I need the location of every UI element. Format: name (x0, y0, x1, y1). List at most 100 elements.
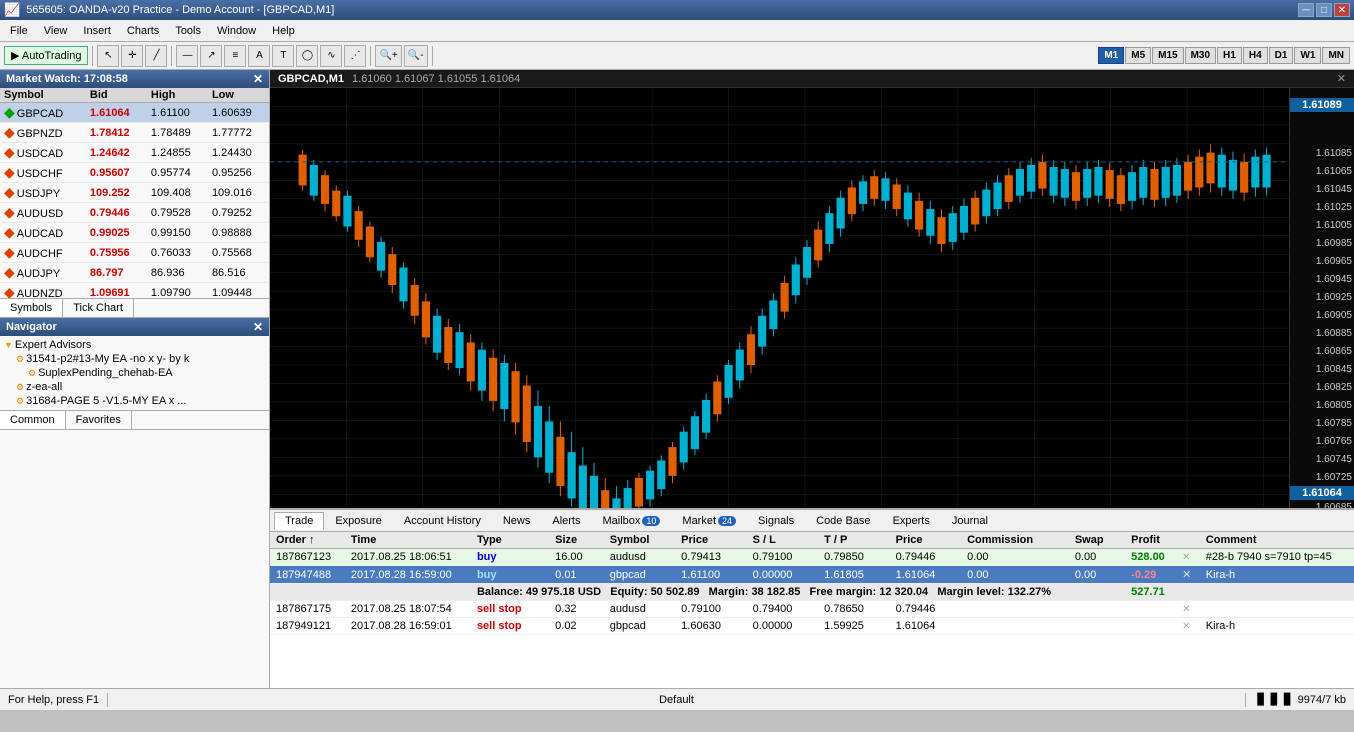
mw-low-3: 0.95256 (208, 163, 269, 183)
price-16: 1.60785 (1316, 418, 1352, 429)
menu-charts[interactable]: Charts (119, 23, 167, 39)
nav-item-ea4[interactable]: ⚙ 31684-PAGE 5 -V1.5-MY EA x ... (14, 394, 267, 408)
toolbar-ellipse-icon[interactable]: ◯ (296, 45, 318, 67)
market-watch-header-row: Symbol Bid High Low (0, 88, 269, 103)
trade-row-4[interactable]: 187949121 2017.08.28 16:59:01 sell stop … (270, 618, 1354, 635)
nav-tab-favorites[interactable]: Favorites (66, 411, 132, 429)
mw-bid-6: 0.99025 (86, 223, 147, 243)
right-column: GBPCAD,M1 1.61060 1.61067 1.61055 1.6106… (270, 70, 1354, 688)
toolbar-arrow-icon[interactable]: ↖ (97, 45, 119, 67)
toolbar-fib-icon[interactable]: ∿ (320, 45, 342, 67)
mw-high-4: 109.408 (147, 183, 208, 203)
col-bid: Bid (86, 88, 147, 103)
toolbar-hline-icon[interactable]: — (176, 45, 198, 67)
menu-view[interactable]: View (36, 23, 76, 39)
tf-m5[interactable]: M5 (1125, 47, 1151, 64)
market-watch-row-7[interactable]: ◆AUDCHF 0.75956 0.76033 0.75568 (0, 243, 269, 263)
tab-market[interactable]: Market24 (671, 512, 747, 530)
toolbar-zoom-in-icon[interactable]: 🔍+ (375, 45, 401, 67)
toolbar-zoom-out-icon[interactable]: 🔍- (404, 45, 428, 67)
toolbar-crosshair-icon[interactable]: ✛ (121, 45, 143, 67)
menu-help[interactable]: Help (264, 23, 303, 39)
market-watch-row-9[interactable]: ◆AUDNZD 1.09691 1.09790 1.09448 (0, 283, 269, 299)
tf-h1[interactable]: H1 (1217, 47, 1242, 64)
col-time: Time (345, 532, 471, 549)
nav-item-ea2[interactable]: ⚙ SuplexPending_chehab-EA (26, 366, 267, 380)
navigator-close[interactable]: ✕ (253, 320, 263, 334)
market-watch-row-2[interactable]: ◆USDCAD 1.24642 1.24855 1.24430 (0, 143, 269, 163)
trade-row-1[interactable]: 187867123 2017.08.25 18:06:51 buy 16.00 … (270, 549, 1354, 566)
tf-d1[interactable]: D1 (1269, 47, 1294, 64)
menu-file[interactable]: File (2, 23, 36, 39)
market-watch-row-3[interactable]: ◆USDCHF 0.95607 0.95774 0.95256 (0, 163, 269, 183)
price-11: 1.60885 (1316, 328, 1352, 339)
chart-canvas[interactable] (270, 88, 1289, 508)
close-1[interactable]: ✕ (1176, 549, 1200, 566)
close-btn-2[interactable]: ✕ (1182, 569, 1191, 581)
toolbar-text-icon[interactable]: A (248, 45, 270, 67)
market-watch-close[interactable]: ✕ (253, 72, 263, 86)
tab-mailbox[interactable]: Mailbox10 (591, 512, 671, 530)
toolbar-channel-icon[interactable]: ≡ (224, 45, 246, 67)
navigator-header: Navigator ✕ (0, 318, 269, 336)
chart-header: GBPCAD,M1 1.61060 1.61067 1.61055 1.6106… (270, 70, 1354, 88)
chart-close-button[interactable]: ✕ (1337, 72, 1346, 85)
cur-price-1: 0.79446 (890, 549, 961, 566)
chart-main[interactable]: 1.61089 1.61085 1.61065 1.61045 1.61025 … (270, 88, 1354, 508)
tab-experts[interactable]: Experts (882, 512, 941, 530)
nav-item-expert-advisors[interactable]: ▼ Expert Advisors (2, 338, 267, 352)
status-bar: For Help, press F1 Default ▐▌▐▌▐▌ 9974/7… (0, 688, 1354, 710)
trade-row-3[interactable]: 187867175 2017.08.25 18:07:54 sell stop … (270, 601, 1354, 618)
close-button[interactable]: ✕ (1334, 3, 1350, 17)
tf-h4[interactable]: H4 (1243, 47, 1268, 64)
close-btn-3[interactable]: ✕ (1182, 604, 1190, 615)
tf-mn[interactable]: MN (1322, 47, 1350, 64)
close-2[interactable]: ✕ (1176, 566, 1200, 584)
close-4[interactable]: ✕ (1176, 618, 1200, 635)
nav-item-ea3[interactable]: ⚙ z-ea-all (14, 380, 267, 394)
tab-trade[interactable]: Trade (274, 512, 324, 530)
mw-tab-symbols[interactable]: Symbols (0, 299, 63, 317)
nav-tab-common[interactable]: Common (0, 411, 66, 429)
toolbar-gann-icon[interactable]: ⋰ (344, 45, 366, 67)
tab-code-base[interactable]: Code Base (805, 512, 881, 530)
tab-news[interactable]: News (492, 512, 542, 530)
mw-tab-tick[interactable]: Tick Chart (63, 299, 134, 317)
market-watch-row-8[interactable]: ◆AUDJPY 86.797 86.936 86.516 (0, 263, 269, 283)
order-1: 187867123 (270, 549, 345, 566)
nav-item-ea1[interactable]: ⚙ 31541-p2#13-My EA -no x y- by k (14, 352, 267, 366)
type-4: sell stop (471, 618, 549, 635)
maximize-button[interactable]: □ (1316, 3, 1332, 17)
tf-m1[interactable]: M1 (1098, 47, 1124, 64)
tf-w1[interactable]: W1 (1294, 47, 1321, 64)
tf-m30[interactable]: M30 (1185, 47, 1216, 64)
tab-exposure[interactable]: Exposure (324, 512, 392, 530)
menu-tools[interactable]: Tools (167, 23, 209, 39)
tab-alerts[interactable]: Alerts (541, 512, 591, 530)
tf-m15[interactable]: M15 (1152, 47, 1183, 64)
toolbar-line-icon[interactable]: ╱ (145, 45, 167, 67)
market-watch-row-1[interactable]: ◆GBPNZD 1.78412 1.78489 1.77772 (0, 123, 269, 143)
market-watch-row-0[interactable]: ◆GBPCAD 1.61064 1.61100 1.60639 (0, 103, 269, 123)
market-watch-row-4[interactable]: ◆USDJPY 109.252 109.408 109.016 (0, 183, 269, 203)
toolbar-trendline-icon[interactable]: ↗ (200, 45, 222, 67)
close-3[interactable]: ✕ (1176, 601, 1200, 618)
close-btn-4[interactable]: ✕ (1182, 621, 1190, 632)
market-watch-row-5[interactable]: ◆AUDUSD 0.79446 0.79528 0.79252 (0, 203, 269, 223)
col-profit: Profit (1125, 532, 1176, 549)
tab-account-history[interactable]: Account History (393, 512, 492, 530)
market-watch-row-6[interactable]: ◆AUDCAD 0.99025 0.99150 0.98888 (0, 223, 269, 243)
bottom-tabs: Trade Exposure Account History News Aler… (270, 510, 1354, 532)
navigator-scroll: ▼ Expert Advisors ⚙ 31541-p2#13-My EA -n… (0, 336, 269, 410)
trade-row-2[interactable]: 187947488 2017.08.28 16:59:00 buy 0.01 g… (270, 566, 1354, 584)
close-btn-1[interactable]: ✕ (1182, 552, 1190, 563)
tab-signals[interactable]: Signals (747, 512, 805, 530)
autotrading-button[interactable]: ▶ AutoTrading (4, 46, 88, 65)
menu-insert[interactable]: Insert (75, 23, 119, 39)
menu-window[interactable]: Window (209, 23, 264, 39)
tab-journal[interactable]: Journal (941, 512, 999, 530)
minimize-button[interactable]: ─ (1298, 3, 1314, 17)
navigator-tabs: Common Favorites (0, 410, 269, 430)
nav-ea3-label: z-ea-all (26, 381, 62, 393)
toolbar-label-icon[interactable]: T (272, 45, 294, 67)
